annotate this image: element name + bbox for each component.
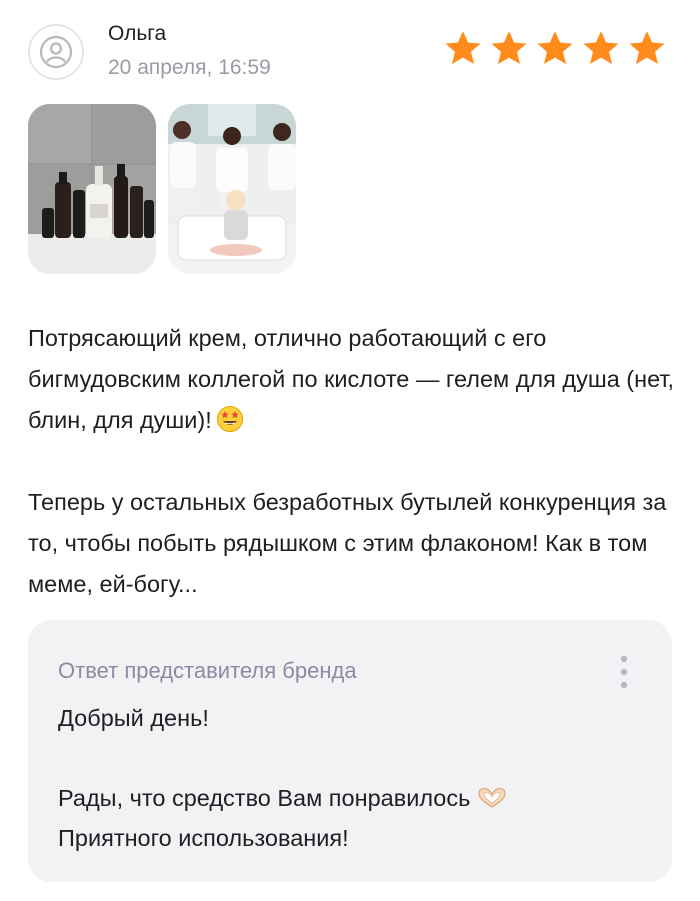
star-icon <box>583 31 619 65</box>
review-photos <box>28 104 296 274</box>
brand-reply-line-2: Рады, что средство Вам понравилось <box>58 778 638 818</box>
review-date: 20 апреля, 16:59 <box>108 56 271 79</box>
meme-photo <box>168 104 296 274</box>
more-vertical-icon[interactable] <box>618 654 630 690</box>
brand-reply-card: Ответ представителя бренда Добрый день! … <box>28 620 672 882</box>
user-icon <box>39 35 73 69</box>
star-struck-emoji <box>216 406 243 432</box>
brand-reply-title: Ответ представителя бренда <box>58 658 357 683</box>
cosmetic-bottles-photo <box>28 104 156 274</box>
review-text: Потрясающий крем, отлично работающий с е… <box>28 318 676 605</box>
star-icon <box>537 31 573 65</box>
rating-stars <box>442 28 668 70</box>
star-icon <box>629 31 665 65</box>
review-photo-bottles[interactable] <box>28 104 156 274</box>
review-paragraph-2: Теперь у остальных безработных бутылей к… <box>28 489 667 597</box>
review-photo-meme[interactable] <box>168 104 296 274</box>
author-name[interactable]: Ольга <box>108 22 166 46</box>
brand-reply-text: Добрый день! Рады, что средство Вам понр… <box>58 698 638 858</box>
heart-hands-emoji <box>478 787 506 808</box>
star-icon <box>491 31 527 65</box>
brand-reply-line-3: Приятного использования! <box>58 825 349 851</box>
brand-reply-line-1: Добрый день! <box>58 705 209 731</box>
review-paragraph-1: Потрясающий крем, отлично работающий с е… <box>28 325 675 433</box>
star-icon <box>445 31 481 65</box>
avatar[interactable] <box>28 24 84 80</box>
